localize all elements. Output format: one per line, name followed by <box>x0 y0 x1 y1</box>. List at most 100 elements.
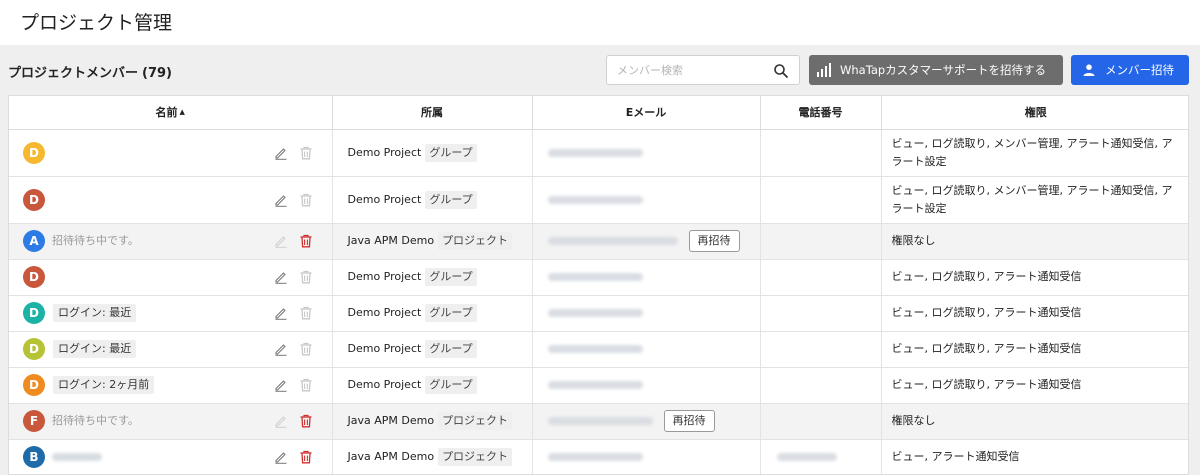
affiliation-cell: Java APM Demo プロジェクト <box>332 439 533 474</box>
search-icon[interactable] <box>773 63 789 79</box>
avatar: D <box>23 302 45 324</box>
affiliation-name: Demo Project <box>347 145 422 159</box>
affiliation-name: Demo Project <box>347 192 422 206</box>
affiliation-type-badge: グループ <box>425 268 477 286</box>
table-row: F 招待待ち中です。 Java APM Demo プロジェクト 再招待 権限なし <box>9 403 1188 440</box>
search-input[interactable] <box>617 62 767 78</box>
avatar: D <box>23 141 45 164</box>
redacted-email <box>547 309 643 317</box>
delete-icon[interactable] <box>299 193 313 207</box>
column-header-name[interactable]: 名前 ▲ <box>9 96 333 130</box>
redacted-email <box>547 195 643 204</box>
delete-icon[interactable] <box>299 414 313 428</box>
invite-member-button[interactable]: メンバー招待 <box>1071 55 1189 85</box>
edit-icon[interactable] <box>274 234 288 248</box>
affiliation-cell: Java APM Demo プロジェクト <box>332 223 533 260</box>
affiliation-cell: Demo Project グループ <box>332 129 533 177</box>
avatar: B <box>23 446 45 468</box>
last-login-badge: ログイン: 2ヶ月前 <box>53 376 155 394</box>
affiliation-cell: Java APM Demo プロジェクト <box>332 403 533 440</box>
name-cell: D ログイン: 2ヶ月前 <box>9 367 333 404</box>
edit-icon[interactable] <box>274 193 288 207</box>
redacted-email <box>547 417 653 425</box>
reinvite-button[interactable]: 再招待 <box>688 230 740 252</box>
affiliation-cell: Demo Project グループ <box>332 295 533 332</box>
permission-cell: ビュー, ログ読取り, アラート通知受信 <box>881 331 1188 368</box>
affiliation-name: Demo Project <box>347 270 422 283</box>
permission-cell: ビュー, ログ読取り, アラート通知受信 <box>881 367 1188 404</box>
email-cell <box>532 295 761 332</box>
member-name: 招待待ち中です。 <box>52 234 139 247</box>
table-row: B Java APM Demo プロジェクト ビュー, アラート通知受信 <box>9 439 1188 474</box>
table-row: D Demo Project グループ ビュー, ログ読取り, メンバー管理, ア… <box>9 129 1188 177</box>
delete-icon[interactable] <box>299 306 313 320</box>
panel-header: プロジェクトメンバー(79) WhaTapカスタマーサポートを招待する <box>0 45 1200 95</box>
delete-icon[interactable] <box>299 342 313 356</box>
affiliation-type-badge: プロジェクト <box>438 448 513 466</box>
email-cell <box>532 259 761 296</box>
column-header-permission[interactable]: 権限 <box>881 96 1188 130</box>
phone-cell <box>760 176 882 224</box>
table-row: D Demo Project グループ ビュー, ログ読取り, アラート通知受信 <box>9 259 1188 296</box>
delete-icon[interactable] <box>299 234 313 248</box>
avatar: A <box>23 230 45 252</box>
phone-cell <box>760 223 882 260</box>
email-cell <box>532 129 761 177</box>
table-header-row: 名前 ▲ 所属 Eメール 電話番号 権限 <box>9 96 1188 130</box>
chart-bars-icon <box>817 63 831 77</box>
column-header-phone[interactable]: 電話番号 <box>760 96 882 130</box>
redacted-email <box>547 273 643 281</box>
edit-icon[interactable] <box>274 270 288 284</box>
member-search[interactable] <box>606 55 800 85</box>
invite-member-label: メンバー招待 <box>1105 63 1174 77</box>
redacted-email <box>547 148 643 157</box>
name-cell: D <box>9 129 333 177</box>
email-cell <box>532 439 761 474</box>
edit-icon[interactable] <box>274 450 288 464</box>
delete-icon[interactable] <box>299 378 313 392</box>
avatar: D <box>23 338 45 360</box>
email-cell: 再招待 <box>532 403 761 440</box>
reinvite-button[interactable]: 再招待 <box>663 410 715 432</box>
column-header-affiliation[interactable]: 所属 <box>332 96 533 130</box>
edit-icon[interactable] <box>274 146 288 160</box>
column-header-email[interactable]: Eメール <box>532 96 761 130</box>
name-cell: D <box>9 176 333 224</box>
section-title-label: プロジェクトメンバー <box>8 66 139 81</box>
permission-cell: ビュー, ログ読取り, アラート通知受信 <box>881 295 1188 332</box>
invite-support-button[interactable]: WhaTapカスタマーサポートを招待する <box>809 55 1063 85</box>
edit-icon[interactable] <box>274 414 288 428</box>
redacted-email <box>547 345 643 353</box>
delete-icon[interactable] <box>299 450 313 464</box>
delete-icon[interactable] <box>299 146 313 160</box>
last-login-badge: ログイン: 最近 <box>53 340 137 358</box>
members-panel: プロジェクトメンバー(79) WhaTapカスタマーサポートを招待する <box>0 45 1200 475</box>
sort-asc-icon[interactable]: ▲ <box>180 108 185 116</box>
affiliation-cell: Demo Project グループ <box>332 176 533 224</box>
member-count: (79) <box>142 66 172 81</box>
delete-icon[interactable] <box>299 270 313 284</box>
table-row: A 招待待ち中です。 Java APM Demo プロジェクト 再招待 権限なし <box>9 223 1188 260</box>
affiliation-type-badge: グループ <box>425 376 477 394</box>
name-cell: B <box>9 439 333 474</box>
affiliation-type-badge: グループ <box>425 143 477 162</box>
edit-icon[interactable] <box>274 342 288 356</box>
redacted-email <box>547 453 643 461</box>
affiliation-cell: Demo Project グループ <box>332 367 533 404</box>
phone-cell <box>760 367 882 404</box>
affiliation-cell: Demo Project グループ <box>332 259 533 296</box>
permission-cell: 権限なし <box>881 403 1188 440</box>
permission-cell: ビュー, アラート通知受信 <box>881 439 1188 474</box>
phone-cell <box>760 295 882 332</box>
permission-cell: ビュー, ログ読取り, アラート通知受信 <box>881 259 1188 296</box>
phone-cell <box>760 331 882 368</box>
permission-cell: ビュー, ログ読取り, メンバー管理, アラート通知受信, アラート設定 <box>881 176 1188 224</box>
phone-cell <box>760 129 882 177</box>
edit-icon[interactable] <box>274 306 288 320</box>
phone-cell <box>760 259 882 296</box>
phone-cell <box>760 403 882 440</box>
avatar: D <box>23 188 45 211</box>
name-cell: D <box>9 259 333 296</box>
edit-icon[interactable] <box>274 378 288 392</box>
avatar: D <box>23 266 45 288</box>
